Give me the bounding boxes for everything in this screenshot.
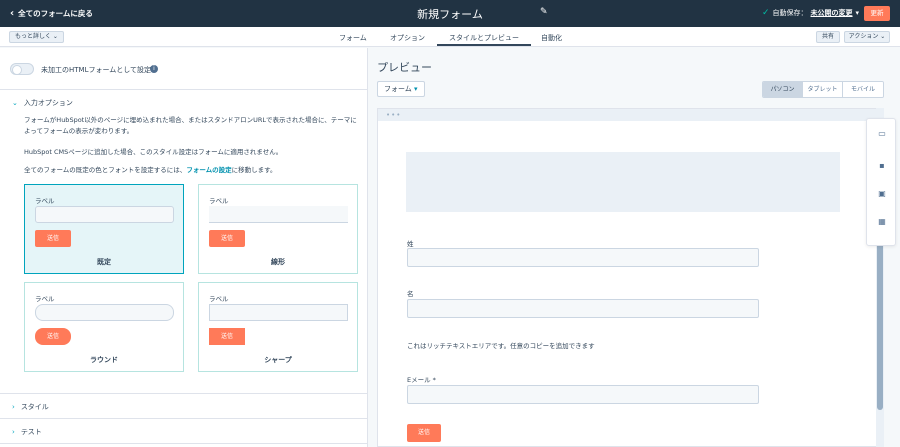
tab-style-preview[interactable]: スタイルとプレビュー (449, 33, 519, 43)
actions-button[interactable]: アクション ⌄ (844, 31, 890, 43)
window-icon[interactable]: ▣ (877, 189, 887, 199)
chevron-down-icon: ⌄ (12, 99, 18, 107)
first-name-input[interactable] (407, 299, 759, 318)
card-sample-submit: 送信 (209, 230, 245, 247)
email-label: Eメール * (407, 376, 436, 384)
divider (0, 393, 368, 394)
active-tab-indicator (437, 44, 531, 46)
rich-text-area: これはリッチテキストエリアです。任意のコピーを追加できます (407, 342, 595, 350)
tab-form[interactable]: フォーム (339, 33, 367, 43)
style-card-linear[interactable]: ラベル 送信 線形 (198, 184, 358, 274)
style-card-round[interactable]: ラベル 送信 ラウンド (24, 282, 184, 372)
more-details-button[interactable]: もっと詳しく ⌄ (9, 31, 64, 43)
nav-bar: もっと詳しく ⌄ フォーム オプション スタイルとプレビュー 自動化 共有 アク… (0, 27, 900, 47)
card-sample-submit: 送信 (35, 230, 71, 247)
header-placeholder (406, 152, 840, 212)
browser-bar: ••• (378, 109, 882, 121)
calendar-icon[interactable]: ▦ (877, 217, 887, 227)
chevron-right-icon: › (12, 403, 15, 411)
pencil-icon[interactable]: ✎ (540, 7, 548, 17)
tab-options[interactable]: オプション (390, 33, 425, 43)
preview-panel: プレビュー フォーム ▾ パソコン タブレット モバイル ••• 姓 名 これは… (369, 48, 900, 447)
last-name-label: 姓 (407, 240, 414, 248)
card-style-name: シャープ (264, 356, 292, 364)
window-dots-icon: ••• (386, 111, 402, 119)
update-button[interactable]: 更新 (864, 6, 890, 21)
card-sample-input (35, 206, 174, 223)
check-icon: ✓ (762, 8, 770, 18)
preview-submit-button[interactable]: 送信 (407, 424, 441, 442)
card-sample-input (209, 304, 348, 321)
form-dropdown-label: フォーム (384, 85, 412, 93)
raw-html-label: 未加工のHTMLフォームとして設定 (41, 66, 152, 74)
theme-description: フォームがHubSpot以外のページに埋め込まれた場合、またはスタンドアロンUR… (24, 116, 357, 135)
preview-frame: ••• 姓 名 これはリッチテキストエリアです。任意のコピーを追加できます Eメ… (377, 108, 883, 447)
tab-automation[interactable]: 自動化 (541, 33, 562, 43)
form-settings-link[interactable]: フォームの設定 (186, 166, 231, 174)
side-toolbar: ▭ ▪ ▣ ▦ (866, 118, 896, 246)
card-style-name: ラウンド (90, 356, 118, 364)
chevron-right-icon: › (12, 428, 15, 436)
divider (0, 418, 368, 419)
card-sample-label: ラベル (209, 295, 229, 303)
card-sample-submit: 送信 (35, 328, 71, 345)
autosave-status: ✓ 自動保存： 未公開の変更 ▾ (762, 8, 859, 18)
card-sample-label: ラベル (35, 197, 55, 205)
first-name-label: 名 (407, 290, 414, 298)
autosave-label: 自動保存： (772, 9, 808, 17)
input-options-heading: 入力オプション (23, 99, 73, 107)
raw-html-toggle[interactable] (10, 63, 34, 75)
device-mobile[interactable]: モバイル (843, 82, 883, 97)
last-name-input[interactable] (407, 248, 759, 267)
divider (0, 443, 368, 444)
divider (0, 89, 368, 90)
device-switcher: パソコン タブレット モバイル (762, 81, 884, 98)
card-style-name: 既定 (97, 258, 111, 266)
card-style-name: 線形 (271, 258, 285, 266)
input-options-header[interactable]: ⌄ 入力オプション (12, 98, 73, 108)
style-card-sharp[interactable]: ラベル 送信 シャープ (198, 282, 358, 372)
style-options-panel: 未加工のHTMLフォームとして設定 i ⌄ 入力オプション フォームがHubSp… (0, 48, 368, 447)
test-heading: テスト (20, 428, 42, 436)
device-tablet[interactable]: タブレット (803, 82, 843, 97)
share-button[interactable]: 共有 (816, 31, 840, 43)
card-sample-label: ラベル (209, 197, 229, 205)
chat-icon[interactable]: ▪ (877, 161, 887, 171)
card-sample-submit: 送信 (209, 328, 245, 345)
device-desktop[interactable]: パソコン (763, 82, 803, 97)
form-dropdown[interactable]: フォーム ▾ (377, 81, 425, 97)
chevron-down-icon: ▾ (855, 9, 860, 17)
card-sample-input (209, 206, 348, 223)
cms-note: HubSpot CMSページに追加した場合、このスタイル設定はフォームに適用され… (24, 148, 283, 156)
caret-down-icon: ▾ (414, 85, 418, 93)
default-settings-text-end: に移動します。 (231, 166, 277, 174)
card-sample-input (35, 304, 174, 321)
default-settings-note: 全てのフォームの既定の色とフォントを設定するには、フォームの設定に移動します。 (24, 165, 360, 176)
preview-title: プレビュー (377, 61, 432, 74)
style-card-default[interactable]: ラベル 送信 既定 (24, 184, 184, 274)
default-settings-text: 全てのフォームの既定の色とフォントを設定するには、 (24, 166, 187, 174)
email-input[interactable] (407, 385, 759, 404)
style-heading: スタイル (20, 403, 49, 411)
card-sample-label: ラベル (35, 295, 55, 303)
test-section-header[interactable]: › テスト (12, 427, 42, 437)
top-bar: ‹ 全てのフォームに戻る 新規フォーム ✎ ✓ 自動保存： 未公開の変更 ▾ 更… (0, 0, 900, 27)
unpublished-changes-link[interactable]: 未公開の変更 (811, 8, 853, 18)
info-icon[interactable]: i (150, 65, 158, 73)
form-layout-icon[interactable]: ▭ (877, 129, 887, 139)
style-section-header[interactable]: › スタイル (12, 402, 49, 412)
